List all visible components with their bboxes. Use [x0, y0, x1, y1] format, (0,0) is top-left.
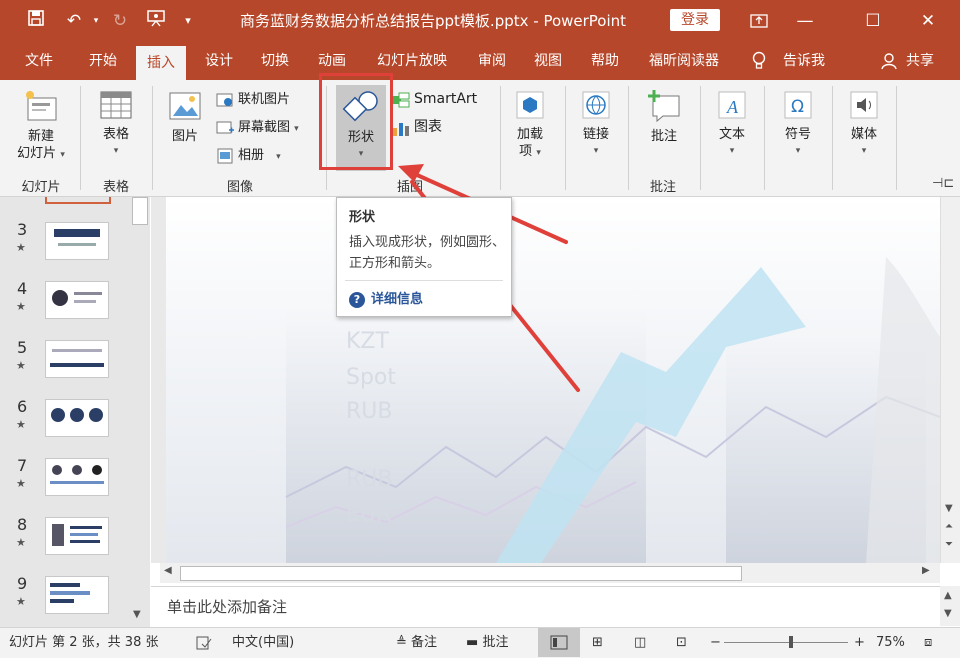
slide-sorter-view-icon[interactable]: ⊞: [592, 628, 603, 657]
annotation-arrows: [398, 164, 580, 392]
zoom-in-icon[interactable]: +: [854, 628, 865, 657]
tooltip-divider: [345, 280, 503, 281]
tooltip-description: 插入现成形状，例如圆形、正方形和箭头。: [349, 235, 506, 271]
slide-count-status: 幻灯片 第 2 张，共 38 张: [9, 635, 159, 650]
comment-bubble-icon: ▬: [466, 635, 479, 650]
zoom-out-icon[interactable]: −: [710, 628, 721, 657]
notes-button[interactable]: ≜ 备注: [396, 628, 437, 657]
more-info-label: 详细信息: [371, 292, 424, 307]
arrow-head: [398, 164, 424, 182]
tooltip-title: 形状: [349, 210, 376, 225]
comments-button[interactable]: ▬ 批注: [466, 628, 508, 657]
slideshow-view-icon[interactable]: ⊡: [676, 628, 687, 657]
status-bar: 幻灯片 第 2 张，共 38 张 中文(中国) ≜ 备注 ▬ 批注 ⊞ ◫ ⊡ …: [0, 627, 960, 658]
normal-view-button[interactable]: [538, 628, 580, 657]
zoom-level[interactable]: 75%: [876, 628, 905, 657]
notes-icon: ≜: [396, 635, 407, 650]
language-status[interactable]: 中文(中国): [232, 628, 294, 657]
shapes-tooltip: 形状 插入现成形状，例如圆形、正方形和箭头。 ? 详细信息: [336, 197, 512, 317]
zoom-slider[interactable]: [724, 642, 848, 643]
spellcheck-icon[interactable]: [196, 628, 212, 657]
fit-to-window-icon[interactable]: ⧈: [924, 628, 932, 657]
tooltip-more-info-link[interactable]: ? 详细信息: [349, 288, 423, 308]
help-icon: ?: [349, 292, 365, 308]
zoom-slider-thumb[interactable]: [789, 636, 793, 648]
comments-label: 批注: [482, 635, 509, 650]
notes-label: 备注: [411, 635, 438, 650]
reading-view-icon[interactable]: ◫: [634, 628, 646, 657]
